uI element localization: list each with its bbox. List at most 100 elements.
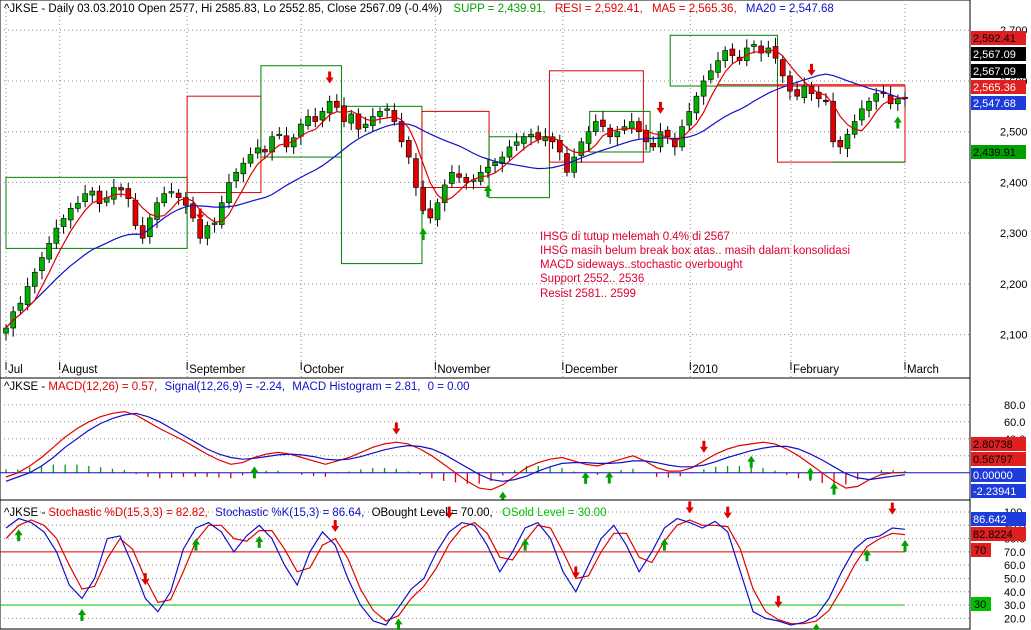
price-panel: Jul August September October November Decembe… (0, 0, 1028, 379)
candle-body (895, 98, 901, 105)
candle-body (801, 85, 808, 98)
candle-body (161, 193, 168, 204)
y-tick-label: 50.0 (1004, 573, 1025, 585)
candle-body (82, 193, 88, 203)
candle-body (398, 121, 405, 143)
candle-body (89, 190, 96, 196)
candle-body (837, 140, 844, 148)
candle-body (247, 154, 254, 164)
signal-tag: 0.56797 (973, 454, 1013, 466)
candle-body (305, 116, 311, 126)
support-tag: 2,439.91 (973, 147, 1016, 159)
candle-body (233, 171, 239, 182)
chart-stage: Jul August September October November Decembe… (0, 0, 1031, 630)
note-line: Support 2552.. 2536 (540, 273, 644, 285)
candle-body (204, 225, 211, 239)
candle-body (535, 132, 542, 140)
note-line: Resist 2581.. 2599 (540, 288, 636, 300)
candle-body (75, 202, 81, 209)
macd-panel: 80.060.040.020.0 ^JKSE - MACD(12,26) = 0… (0, 377, 1026, 504)
candle-body (405, 140, 412, 158)
candle-body (614, 131, 621, 138)
candle-body (226, 182, 232, 204)
candle-body (434, 202, 441, 220)
candle-body (779, 59, 786, 77)
candle-body (118, 187, 124, 191)
k-tag: 86.642 (973, 514, 1007, 526)
candle-body (873, 93, 880, 102)
y-tick-label: 60.0 (1004, 417, 1025, 429)
candle-body (132, 199, 139, 226)
candle-body (24, 286, 31, 305)
stochastic-header: ^JKSE - Stochastic %D(15,3,3) = 82.82, S… (4, 507, 606, 519)
candle-body (211, 222, 218, 225)
candle-body (326, 100, 333, 114)
note-line: IHSG di tutup melemah 0.4% di 2567 (540, 231, 730, 243)
candle-body (276, 133, 283, 137)
candle-body (708, 70, 714, 80)
x-tick-label: March (907, 364, 939, 376)
candle-body (197, 219, 203, 239)
candle-body (384, 108, 390, 111)
candle-body (449, 171, 455, 184)
candle-body (377, 111, 383, 117)
candle-body (3, 327, 9, 334)
y-tick-label: 70.0 (1004, 547, 1025, 559)
ma20-tag: 2,547.68 (973, 98, 1016, 110)
y-tick-label: 2,300 (1000, 228, 1028, 240)
close-tag: 2,567.09 (973, 49, 1016, 61)
d-tag: 82.8224 (973, 529, 1013, 541)
candle-body (46, 243, 52, 260)
x-tick-label: October (303, 364, 344, 376)
candle-body (592, 121, 599, 132)
candle-body (823, 99, 829, 103)
candle-body (139, 225, 146, 239)
candle-body (111, 187, 117, 200)
y-tick-label: 2,400 (1000, 177, 1028, 189)
candle-body (60, 218, 67, 227)
candle-body (528, 133, 534, 138)
x-tick-label: August (62, 364, 99, 376)
candle-body (175, 192, 182, 198)
close-tag-2: 2,567.09 (973, 66, 1016, 78)
candle-body (693, 95, 700, 114)
candle-body (729, 48, 736, 56)
candle-body (427, 208, 434, 219)
candle-body (521, 136, 527, 144)
candle-body (319, 111, 326, 121)
ma5-tag: 2,565.36 (973, 82, 1016, 94)
candle-body (715, 60, 721, 73)
candle-body (585, 131, 592, 144)
candle-body (262, 149, 268, 153)
candle-body (650, 143, 657, 148)
candle-body (39, 257, 45, 272)
x-tick-label: September (189, 364, 245, 376)
overbought-tag: 70 (974, 545, 986, 557)
note-line: IHSG masih belum break box atas.. masih … (540, 245, 850, 257)
candle-body (31, 271, 38, 287)
x-tick-label: 2010 (692, 364, 718, 376)
candle-body (312, 116, 319, 122)
y-tick-label: 2,100 (1000, 330, 1028, 342)
candle-body (283, 135, 290, 148)
candle-body (341, 105, 347, 122)
candle-body (571, 156, 577, 173)
candle-body (240, 162, 247, 175)
y-tick-label: 80.0 (1004, 400, 1025, 412)
candle-body (413, 158, 419, 188)
candle-body (53, 227, 60, 244)
stochastic-panel: 100.90.080.070.060.050.040.030.020.0 ^JK… (0, 499, 1026, 630)
candle-body (628, 121, 635, 129)
x-tick-label: February (793, 364, 839, 376)
candle-body (348, 113, 355, 124)
y-tick-label: 30.0 (1004, 600, 1025, 612)
price-header: ^JKSE - Daily 03.03.2010 Open 2577, Hi 2… (4, 3, 834, 15)
candle-body (686, 111, 693, 126)
candle-body (794, 89, 800, 97)
candle-body (600, 119, 606, 127)
macd-tag: 2.80738 (973, 439, 1013, 451)
candle-body (506, 146, 513, 158)
macd-header: ^JKSE - MACD(12,26) = 0.57, Signal(12,26… (4, 381, 470, 393)
candle-body (334, 100, 340, 108)
y-tick-label: 2,200 (1000, 279, 1028, 291)
